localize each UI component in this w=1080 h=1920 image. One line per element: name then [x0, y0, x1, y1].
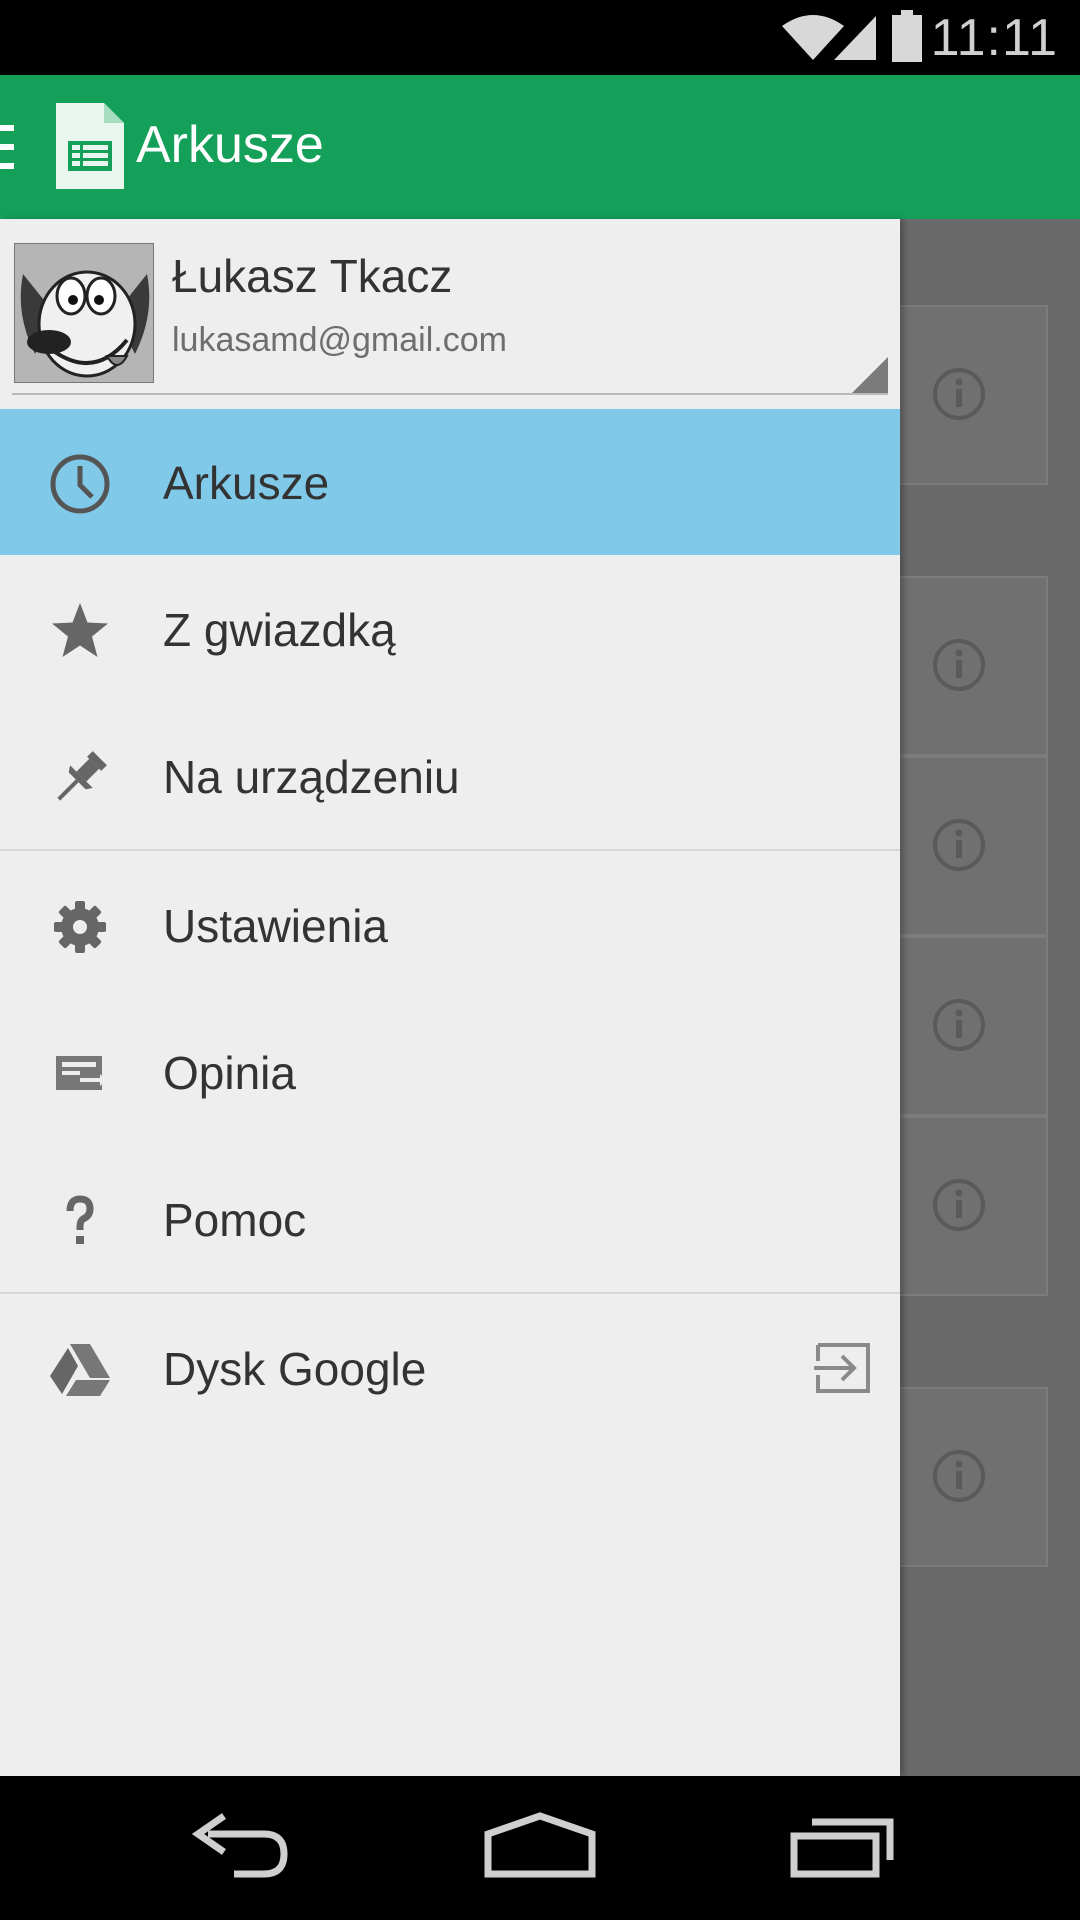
info-icon[interactable] — [932, 367, 986, 421]
battery-icon — [892, 10, 922, 62]
recent-apps-icon[interactable] — [790, 1812, 896, 1882]
sheets-app-icon[interactable] — [56, 103, 124, 189]
gear-icon — [54, 901, 106, 953]
dog-avatar-icon — [15, 244, 153, 382]
drawer-item-label: Pomoc — [163, 1194, 307, 1246]
open-in-app-icon[interactable] — [814, 1341, 872, 1395]
drawer-item-on-device[interactable]: Na urządzeniu — [0, 703, 900, 849]
home-icon[interactable] — [484, 1812, 596, 1882]
info-icon[interactable] — [932, 1449, 986, 1503]
help-icon — [66, 1195, 94, 1244]
info-icon[interactable] — [932, 1178, 986, 1232]
drawer-divider — [0, 849, 900, 851]
action-bar: Arkusze — [0, 75, 1080, 219]
star-icon — [52, 603, 108, 657]
app-title: Arkusze — [136, 116, 324, 174]
drawer-item-settings[interactable]: Ustawienia — [0, 852, 900, 998]
drawer-item-arkusze[interactable]: Arkusze — [0, 409, 900, 555]
info-icon[interactable] — [932, 818, 986, 872]
back-icon[interactable] — [188, 1812, 292, 1882]
navigation-drawer: Łukasz Tkacz lukasamd@gmail.com Arkusze … — [0, 219, 900, 1776]
drawer-item-label: Dysk Google — [163, 1343, 427, 1395]
drawer-item-google-drive[interactable]: Dysk Google — [0, 1295, 900, 1441]
account-name: Łukasz Tkacz — [172, 250, 453, 302]
clock-icon — [50, 454, 110, 514]
drawer-item-feedback[interactable]: Opinia — [0, 999, 900, 1145]
system-navigation-bar — [0, 1776, 1080, 1920]
clock: 11:11 — [930, 9, 1058, 67]
pin-icon — [57, 751, 107, 801]
document-card[interactable] — [898, 1387, 1048, 1567]
feedback-icon — [56, 1056, 106, 1090]
status-bar: 11:11 — [0, 0, 1080, 75]
drawer-item-label: Z gwiazdką — [163, 604, 396, 656]
account-switch-icon[interactable] — [852, 357, 888, 393]
avatar — [14, 243, 154, 383]
document-card[interactable] — [898, 936, 1048, 1116]
drawer-item-label: Na urządzeniu — [163, 751, 460, 803]
account-divider — [12, 393, 888, 395]
drawer-item-label: Ustawienia — [163, 900, 388, 952]
drive-icon — [50, 1344, 110, 1396]
info-icon[interactable] — [932, 638, 986, 692]
account-email: lukasamd@gmail.com — [172, 321, 507, 359]
signal-icon — [834, 16, 876, 60]
document-card[interactable] — [898, 305, 1048, 485]
drawer-item-label: Arkusze — [163, 457, 330, 509]
drawer-divider — [0, 1292, 900, 1294]
account-header[interactable]: Łukasz Tkacz lukasamd@gmail.com — [0, 219, 900, 409]
drawer-item-label: Opinia — [163, 1047, 296, 1099]
drawer-item-starred[interactable]: Z gwiazdką — [0, 556, 900, 702]
document-card[interactable] — [898, 576, 1048, 756]
info-icon[interactable] — [932, 998, 986, 1052]
drawer-toggle-icon[interactable] — [0, 125, 14, 169]
drawer-item-help[interactable]: Pomoc — [0, 1146, 900, 1292]
document-card[interactable] — [898, 756, 1048, 936]
document-card[interactable] — [898, 1116, 1048, 1296]
